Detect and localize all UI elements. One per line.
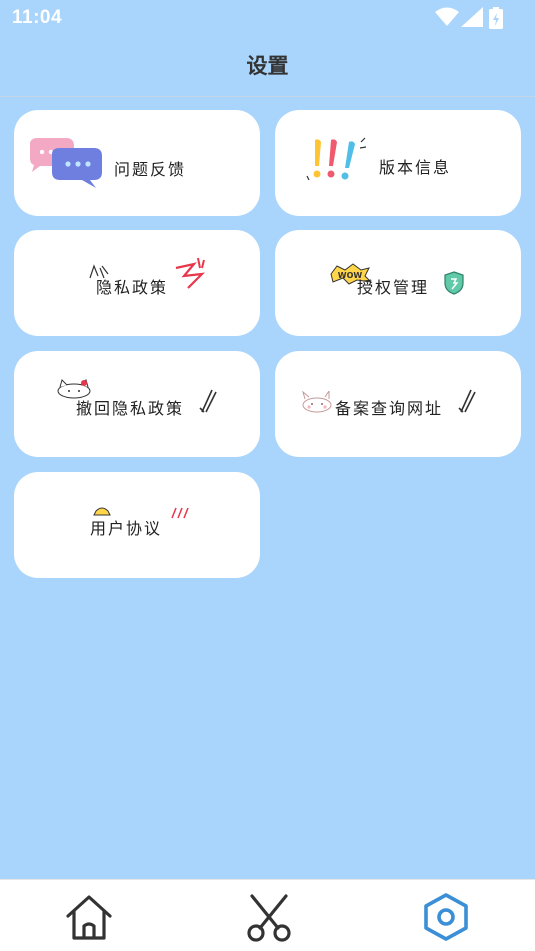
version-label: 版本信息 — [379, 158, 452, 177]
home-icon — [66, 895, 112, 940]
settings-hexagon-icon — [424, 893, 468, 941]
wifi-icon — [435, 7, 459, 26]
nav-settings[interactable] — [415, 888, 475, 944]
bottom-nav — [0, 879, 535, 951]
revoke-privacy-label: 撤回隐私政策 — [76, 399, 185, 418]
battery-icon — [489, 7, 503, 29]
bunny-doodle-icon — [302, 391, 332, 413]
permissions-label: 授权管理 — [357, 278, 430, 297]
shield-icon — [444, 271, 464, 295]
exclamation-marks-icon — [306, 137, 367, 181]
privacy-card[interactable]: 隐私政策 — [14, 230, 260, 336]
feedback-card[interactable]: 问题反馈 — [14, 110, 260, 216]
filing-lookup-card[interactable]: 备案查询网址 — [275, 351, 521, 457]
page-title: 设置 — [246, 55, 289, 78]
permissions-card[interactable]: WOW 授权管理 — [275, 230, 521, 336]
lightning-doodle-icon — [175, 257, 205, 289]
user-agreement-label: 用户协议 — [90, 519, 163, 538]
nav-scissors[interactable] — [238, 888, 298, 944]
privacy-label: 隐私政策 — [96, 278, 169, 297]
status-time: 11:04 — [12, 7, 63, 28]
signal-icon — [461, 7, 483, 27]
nav-home[interactable] — [58, 888, 118, 944]
chat-bubbles-icon — [30, 138, 102, 188]
pencil-doodle-icon — [458, 389, 476, 413]
status-bar: 11:04 — [0, 0, 535, 36]
scissors-icon — [247, 894, 291, 942]
app-header: 设置 — [0, 36, 535, 97]
pencil-doodle-icon — [199, 389, 217, 413]
revoke-privacy-card[interactable]: 撤回隐私政策 — [14, 351, 260, 457]
feedback-label: 问题反馈 — [114, 160, 187, 179]
version-card[interactable]: 版本信息 — [275, 110, 521, 216]
filing-lookup-label: 备案查询网址 — [335, 399, 444, 418]
user-agreement-card[interactable]: 用户协议 — [14, 472, 260, 578]
sparkle-doodle-icon — [171, 507, 189, 519]
